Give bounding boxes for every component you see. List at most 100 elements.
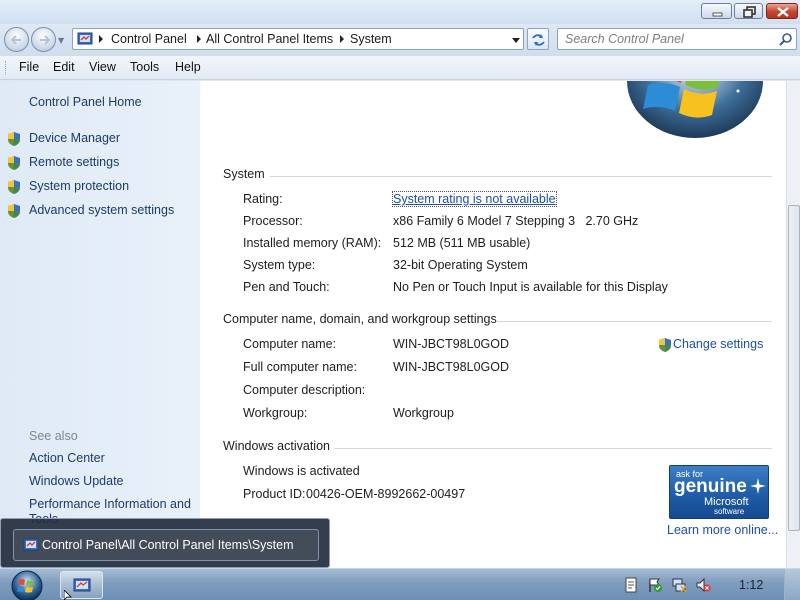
control-panel-icon xyxy=(73,578,91,592)
notepad-icon[interactable] xyxy=(623,577,639,593)
breadcrumb-separator-icon[interactable] xyxy=(197,35,201,43)
see-also-heading: See also xyxy=(29,429,78,443)
sidebar-item-system-protection[interactable]: System protection xyxy=(29,179,129,193)
processor-label: Processor: xyxy=(243,214,303,228)
system-type-value: 32-bit Operating System xyxy=(393,258,528,272)
network-icon[interactable] xyxy=(671,577,687,593)
forward-button[interactable] xyxy=(31,27,56,52)
action-center-flag-icon[interactable] xyxy=(647,577,663,593)
uac-shield-icon xyxy=(8,132,20,146)
change-settings-label[interactable]: Change settings xyxy=(673,337,763,351)
back-arrow-icon xyxy=(10,35,21,45)
control-panel-icon xyxy=(77,32,93,45)
refresh-button[interactable] xyxy=(527,28,549,50)
minimize-button[interactable] xyxy=(701,3,732,19)
taskbar-clock[interactable]: 1:12 xyxy=(739,578,763,592)
see-also-action-center[interactable]: Action Center xyxy=(29,451,105,465)
control-panel-window: ▼ Control Panel All Control Panel Items … xyxy=(0,0,800,568)
menu-edit[interactable]: Edit xyxy=(53,60,75,74)
close-icon xyxy=(777,7,789,17)
badge-genuine-text: genuine xyxy=(674,476,747,497)
processor-value: x86 Family 6 Model 7 Stepping 3 2.70 GHz xyxy=(393,214,639,228)
breadcrumb-control-panel[interactable]: Control Panel xyxy=(111,32,187,46)
workgroup-label: Workgroup: xyxy=(243,406,308,420)
mouse-cursor-icon xyxy=(64,590,72,600)
sidebar-item-remote-settings[interactable]: Remote settings xyxy=(29,155,119,169)
breadcrumb-all-items[interactable]: All Control Panel Items xyxy=(206,32,333,46)
activation-status: Windows is activated xyxy=(243,464,360,478)
taskbar-thumbnail-preview[interactable]: Control Panel\All Control Panel Items\Sy… xyxy=(0,518,330,568)
section-title-computer-name: Computer name, domain, and workgroup set… xyxy=(223,312,503,326)
show-desktop-button[interactable] xyxy=(784,569,800,600)
breadcrumb-separator-icon[interactable] xyxy=(340,35,344,43)
breadcrumb-separator-icon[interactable] xyxy=(99,35,103,43)
menu-help[interactable]: Help xyxy=(175,60,201,74)
full-computer-name-label: Full computer name: xyxy=(243,360,357,374)
vertical-scrollbar[interactable] xyxy=(786,81,800,568)
title-bar[interactable] xyxy=(0,0,800,24)
pen-touch-value: No Pen or Touch Input is available for t… xyxy=(393,280,668,294)
uac-shield-icon xyxy=(659,338,671,352)
menu-grip xyxy=(5,61,8,75)
genuine-microsoft-badge[interactable]: ask for genuine Microsoft software xyxy=(669,465,769,519)
back-button[interactable] xyxy=(4,27,29,52)
section-title-windows-activation: Windows activation xyxy=(223,439,336,453)
learn-more-online-link[interactable]: Learn more online... xyxy=(667,523,778,537)
control-panel-home-link[interactable]: Control Panel Home xyxy=(29,95,142,109)
workgroup-value: Workgroup xyxy=(393,406,454,420)
close-button[interactable] xyxy=(766,3,798,19)
restore-icon xyxy=(743,6,756,18)
full-computer-name-value: WIN-JBCT98L0GOD xyxy=(393,360,509,374)
forward-arrow-icon xyxy=(40,35,51,45)
computer-name-value: WIN-JBCT98L0GOD xyxy=(393,337,509,351)
navigation-bar: ▼ Control Panel All Control Panel Items … xyxy=(0,24,800,56)
memory-value: 512 MB (511 MB usable) xyxy=(393,236,531,250)
see-also-windows-update[interactable]: Windows Update xyxy=(29,474,124,488)
pen-touch-label: Pen and Touch: xyxy=(243,280,330,294)
menu-file[interactable]: File xyxy=(19,60,39,74)
recent-pages-dropdown[interactable]: ▼ xyxy=(58,36,68,46)
uac-shield-icon xyxy=(8,156,20,170)
start-button[interactable] xyxy=(8,569,46,600)
computer-description-label: Computer description: xyxy=(243,383,366,397)
menu-bar: File Edit View Tools Help xyxy=(0,56,800,80)
system-rating-link[interactable]: System rating is not available xyxy=(392,191,557,207)
thumbnail-item[interactable]: Control Panel\All Control Panel Items\Sy… xyxy=(13,529,319,561)
computer-name-label: Computer name: xyxy=(243,337,337,351)
memory-label: Installed memory (RAM): xyxy=(243,236,382,250)
search-input[interactable] xyxy=(565,31,775,47)
notification-area xyxy=(610,569,800,600)
search-icon[interactable] xyxy=(779,32,793,46)
windows-logo xyxy=(627,81,763,138)
taskbar: 1:12 xyxy=(0,568,800,600)
task-pane: Control Panel Home Device Manager Remote… xyxy=(0,81,200,568)
section-title-system: System xyxy=(223,167,271,181)
section-divider xyxy=(270,176,772,177)
uac-shield-icon xyxy=(8,204,20,218)
uac-shield-icon xyxy=(8,180,20,194)
volume-muted-icon[interactable] xyxy=(695,577,711,593)
scrollbar-thumb[interactable] xyxy=(788,205,800,531)
system-properties-pane: System Rating: System rating is not avai… xyxy=(200,81,786,568)
section-divider xyxy=(334,448,772,449)
rating-label: Rating: xyxy=(243,192,283,206)
minimize-icon xyxy=(712,12,723,17)
restore-button[interactable] xyxy=(734,3,763,19)
menu-tools[interactable]: Tools xyxy=(130,60,159,74)
badge-software-text: software xyxy=(714,507,745,516)
system-type-label: System type: xyxy=(243,258,316,272)
sidebar-item-advanced-system-settings[interactable]: Advanced system settings xyxy=(29,203,174,217)
product-id-label: Product ID: xyxy=(243,487,306,501)
star-icon xyxy=(750,478,766,494)
menu-view[interactable]: View xyxy=(89,60,116,74)
sidebar-item-device-manager[interactable]: Device Manager xyxy=(29,131,120,145)
address-dropdown-icon[interactable] xyxy=(512,38,520,43)
search-box[interactable] xyxy=(557,28,797,50)
thumbnail-title: Control Panel\All Control Panel Items\Sy… xyxy=(42,538,294,552)
product-id-value: 00426-OEM-8992662-00497 xyxy=(306,487,466,501)
breadcrumb-system[interactable]: System xyxy=(350,32,392,46)
address-bar[interactable]: Control Panel All Control Panel Items Sy… xyxy=(72,28,524,50)
section-divider xyxy=(496,321,772,322)
control-panel-icon xyxy=(23,538,39,551)
refresh-icon xyxy=(532,34,545,46)
